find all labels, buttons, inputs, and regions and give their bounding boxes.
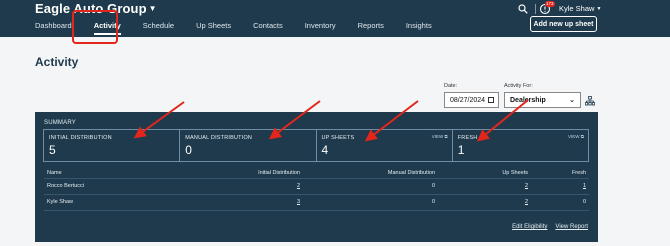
row-manual: 0	[431, 183, 435, 189]
date-label: Date:	[444, 83, 458, 89]
activity-for-select[interactable]: Dealership ⌄	[504, 92, 581, 108]
row-up-sheets-link[interactable]: 2	[525, 199, 528, 205]
col-header-initial: Initial Distribution	[258, 170, 300, 176]
calendar-icon	[488, 97, 494, 103]
card-title: MANUAL DISTRIBUTION	[185, 135, 253, 141]
card-initial-distribution: INITIAL DISTRIBUTION 5	[44, 130, 181, 161]
nav-inventory[interactable]: Inventory	[305, 21, 336, 30]
view-report-link[interactable]: View Report	[555, 224, 588, 230]
external-link-icon: ⧉	[444, 134, 448, 139]
col-header-manual: Manual Distribution	[387, 170, 435, 176]
table-header: Name Initial Distribution Manual Distrib…	[44, 166, 589, 179]
card-title: INITIAL DISTRIBUTION	[49, 135, 112, 141]
card-up-sheets: UP SHEETS 4 VIEW ⧉	[317, 130, 453, 161]
col-header-up-sheets: Up Sheets	[502, 170, 528, 176]
user-menu[interactable]: Kyle Shaw ▼	[559, 4, 601, 13]
summary-panel: SUMMARY INITIAL DISTRIBUTION 5 MANUAL DI…	[35, 112, 598, 242]
chevron-down-icon: ▼	[596, 6, 602, 12]
row-fresh-link[interactable]: 1	[583, 183, 586, 189]
row-name: Kyle Shaw	[47, 199, 73, 205]
card-manual-distribution: MANUAL DISTRIBUTION 0	[180, 130, 317, 161]
view-fresh-link[interactable]: VIEW ⧉	[568, 134, 584, 139]
row-name: Rocco Bertucci	[47, 183, 84, 189]
nav-reports[interactable]: Reports	[358, 21, 384, 30]
row-initial-link[interactable]: 3	[297, 199, 300, 205]
chevron-down-icon: ⌄	[569, 97, 575, 104]
card-title: FRESH	[457, 135, 478, 141]
edit-eligibility-link[interactable]: Edit Eligibility	[512, 224, 547, 230]
summary-cards: INITIAL DISTRIBUTION 5 MANUAL DISTRIBUTI…	[43, 129, 589, 162]
page-title: Activity	[35, 55, 79, 69]
row-fresh: 0	[582, 199, 586, 205]
add-up-sheet-button[interactable]: Add new up sheet	[530, 16, 597, 32]
col-header-name: Name	[47, 170, 62, 176]
nav-insights[interactable]: Insights	[406, 21, 432, 30]
table-row: Kyle Shaw 3 0 2 0	[44, 195, 589, 211]
view-up-sheets-link[interactable]: VIEW ⧉	[432, 134, 448, 139]
external-link-icon: ⧉	[580, 134, 584, 139]
panel-footer: Edit Eligibility View Report	[512, 224, 588, 230]
view-label: VIEW	[431, 134, 444, 139]
activity-table: Name Initial Distribution Manual Distrib…	[44, 166, 589, 211]
row-initial-link[interactable]: 2	[297, 183, 300, 189]
card-value: 5	[49, 143, 56, 157]
search-icon[interactable]	[518, 4, 528, 14]
summary-label: SUMMARY	[44, 120, 76, 126]
activity-for-value: Dealership	[510, 96, 546, 104]
org-chart-icon[interactable]	[585, 96, 595, 106]
row-up-sheets-link[interactable]: 2	[525, 183, 528, 189]
nav-schedule[interactable]: Schedule	[143, 21, 174, 30]
notification-badge: 173	[545, 1, 555, 7]
table-row: Rocco Bertucci 2 0 2 1	[44, 179, 589, 195]
row-manual: 0	[431, 199, 435, 205]
date-value: 08/27/2024	[450, 96, 486, 104]
card-value: 1	[457, 143, 465, 157]
nav-contacts[interactable]: Contacts	[253, 21, 283, 30]
date-input[interactable]: 08/27/2024	[444, 92, 499, 108]
header-divider	[535, 4, 536, 14]
nav-dashboard[interactable]: Dashboard	[35, 21, 72, 30]
card-value: 0	[185, 143, 192, 157]
activity-for-label: Activity For:	[504, 83, 533, 89]
card-value: 4	[321, 143, 329, 157]
chevron-down-icon: ▼	[148, 4, 157, 13]
card-fresh: FRESH 1 VIEW ⧉	[453, 130, 588, 161]
activity-highlight-box	[72, 10, 118, 44]
nav-up-sheets[interactable]: Up Sheets	[196, 21, 231, 30]
col-header-fresh: Fresh	[571, 170, 586, 176]
user-name: Kyle Shaw	[559, 4, 595, 13]
card-title: UP SHEETS	[321, 135, 355, 141]
view-label: VIEW	[568, 134, 580, 139]
